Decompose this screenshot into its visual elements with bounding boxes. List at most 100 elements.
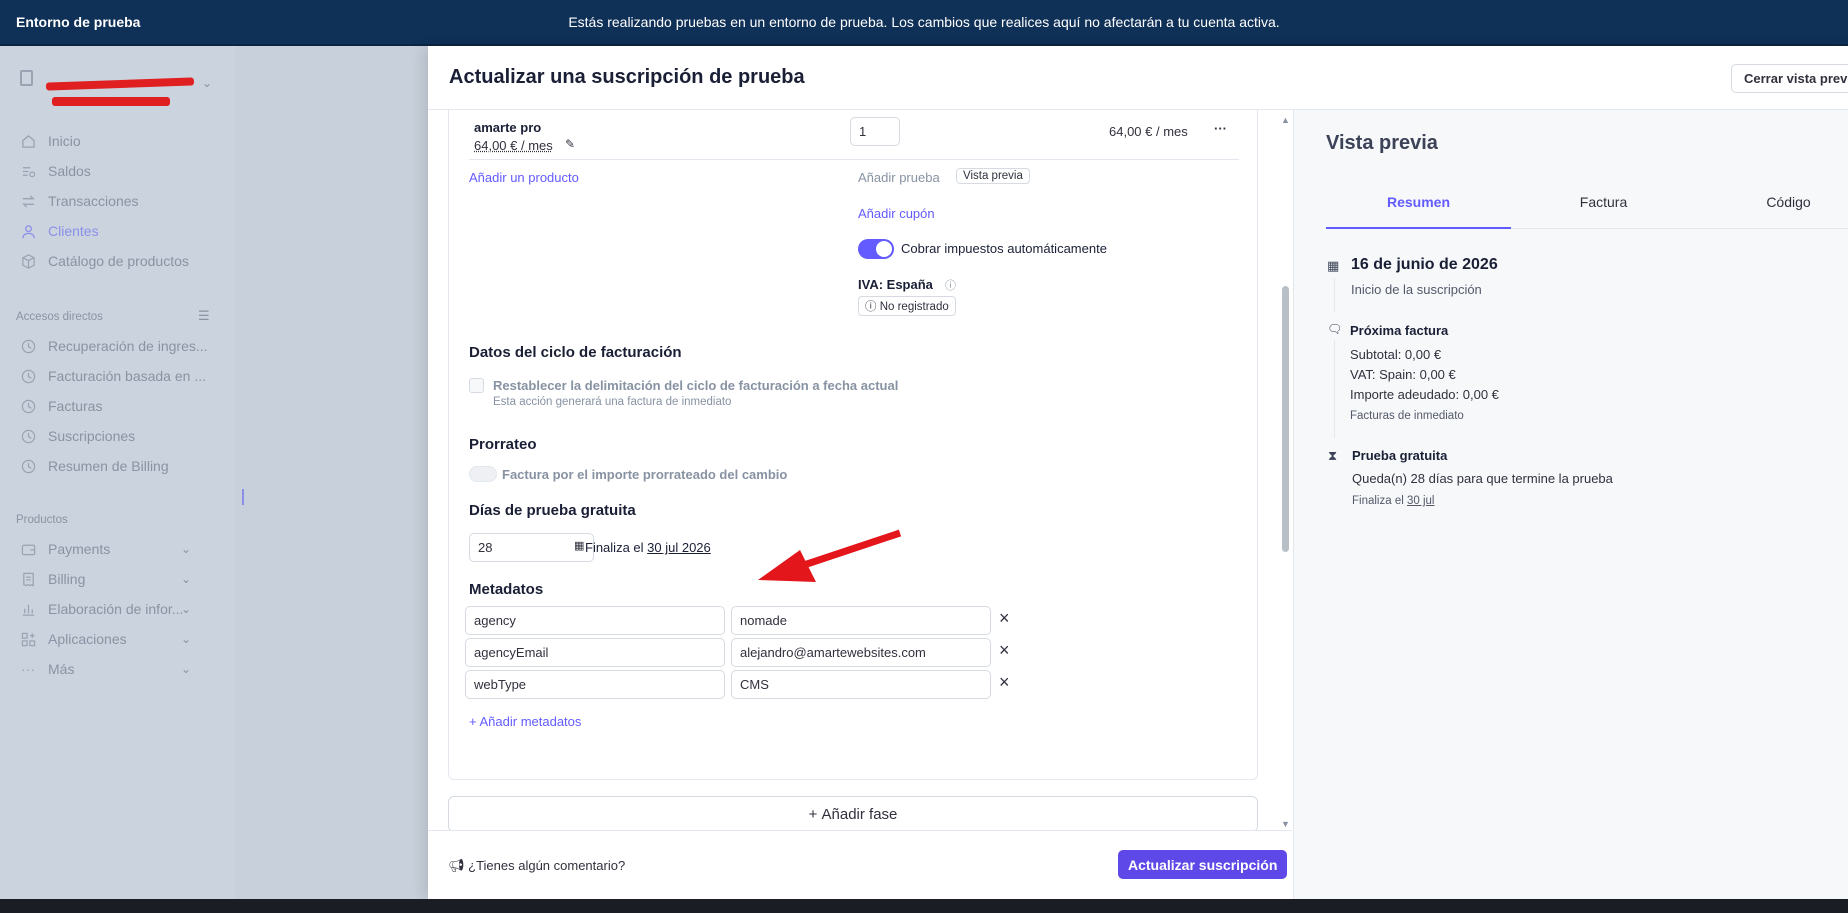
panel-header: Actualizar una suscripción de prueba Cer… [428, 46, 1848, 110]
quantity-input[interactable]: 1 [850, 117, 900, 146]
reset-billing-cycle-label: Restablecer la delimitación del ciclo de… [493, 378, 899, 393]
sidebar-item-transacciones[interactable]: Transacciones [20, 190, 139, 212]
vat-amount: VAT: Spain: 0,00 € [1350, 367, 1456, 382]
annotation-arrow [758, 529, 902, 582]
metadata-value-input[interactable]: CMS [731, 670, 991, 699]
sidebar-item-apps[interactable]: Aplicaciones ⌄ [20, 628, 215, 650]
auto-tax-toggle[interactable] [858, 239, 894, 259]
scroll-down-icon[interactable]: ▼ [1281, 819, 1290, 829]
product-price-link[interactable]: 64,00 € / mes [474, 138, 553, 153]
shortcut-item[interactable]: Facturación basada en ... [20, 365, 206, 387]
feedback-link[interactable]: 📢︎ ¿Tienes algún comentario? [448, 858, 625, 874]
chevron-down-icon: ⌄ [180, 662, 191, 676]
sidebar-item-catalogo[interactable]: Catálogo de productos [20, 250, 189, 272]
start-date-label: Inicio de la suscripción [1351, 282, 1482, 297]
plus-icon: + [469, 714, 480, 729]
sidebar-item-label: Payments [48, 541, 111, 557]
sidebar-item-clientes[interactable]: Clientes [20, 220, 99, 242]
sidebar-item-more[interactable]: ··· Más ⌄ [20, 658, 215, 680]
metadata-value-input[interactable]: alejandro@amartewebsites.com [731, 638, 991, 667]
taskbar-strip [0, 899, 1848, 913]
close-preview-button[interactable]: Cerrar vista previ [1731, 64, 1848, 93]
trial-end-date: 30 jul [1406, 495, 1435, 507]
shortcut-item[interactable]: Recuperación de ingres... [20, 335, 208, 357]
metadata-key-input[interactable]: agencyEmail [465, 638, 725, 667]
calendar-icon[interactable]: ▦ [574, 539, 584, 552]
trial-days-input[interactable]: 28 ▦ [469, 533, 594, 562]
trial-ends-prefix: Finaliza el [585, 540, 644, 555]
metadata-value-input[interactable]: nomade [731, 606, 991, 635]
reset-billing-cycle-checkbox[interactable] [469, 378, 484, 393]
subtotal: Subtotal: 0,00 € [1350, 347, 1442, 362]
sidebar-item-billing[interactable]: Billing ⌄ [20, 568, 215, 590]
sidebar-item-label: Inicio [48, 133, 81, 149]
clock-icon [20, 458, 36, 474]
trial-end-text: Finaliza el 30 jul [1352, 495, 1434, 507]
remove-metadata-icon[interactable]: × [999, 640, 1010, 661]
add-phase-label: Añadir fase [821, 805, 898, 823]
add-metadata-link[interactable]: + Añadir metadatos [469, 714, 581, 729]
arrows-icon [20, 193, 36, 209]
shortcut-label: Recuperación de ingres... [48, 338, 208, 354]
active-tab-indicator [1326, 227, 1511, 229]
clock-icon [20, 338, 36, 354]
vat-status-text: No registrado [879, 301, 949, 313]
update-subscription-button[interactable]: Actualizar suscripción [1118, 850, 1288, 879]
shortcuts-heading: Accesos directos [16, 311, 103, 323]
text-cursor [242, 489, 244, 505]
edit-pencil-icon[interactable]: ✎ [565, 137, 575, 151]
sidebar-item-label: Transacciones [48, 193, 139, 209]
preview-badge: Vista previa [956, 168, 1030, 184]
sidebar-item-saldos[interactable]: Saldos [20, 160, 91, 182]
plus-icon: + [808, 805, 822, 823]
tab-factura[interactable]: Factura [1511, 194, 1696, 210]
sidebar-item-label: Billing [48, 571, 86, 587]
shortcut-item[interactable]: Resumen de Billing [20, 455, 169, 477]
metadata-key-input[interactable]: agency [465, 606, 725, 635]
product-total: 64,00 € / mes [1109, 124, 1188, 139]
add-coupon-link[interactable]: Añadir cupón [858, 206, 935, 221]
tab-codigo[interactable]: Código [1696, 194, 1848, 210]
shortcut-item[interactable]: Suscripciones [20, 425, 135, 447]
scroll-up-icon[interactable]: ▲ [1281, 115, 1290, 125]
form-scrollbar[interactable]: ▲ ▼ [1281, 115, 1290, 829]
home-icon [20, 133, 36, 149]
add-product-link[interactable]: Añadir un producto [469, 170, 579, 185]
scrollbar-thumb[interactable] [1282, 286, 1289, 552]
panel-footer: 📢︎ ¿Tienes algún comentario? Actualizar … [428, 830, 1292, 899]
clock-icon [20, 398, 36, 414]
trial-ends-date[interactable]: 30 jul 2026 [647, 540, 711, 555]
remove-metadata-icon[interactable]: × [999, 672, 1010, 693]
chevron-down-icon: ⌄ [202, 76, 213, 90]
start-date: 16 de junio de 2026 [1351, 256, 1498, 273]
account-switcher[interactable]: ⌄ [18, 64, 218, 106]
proration-toggle[interactable] [469, 466, 497, 482]
add-trial-link[interactable]: Añadir prueba [858, 170, 940, 185]
person-icon [20, 223, 36, 239]
redaction-mark [52, 97, 170, 106]
timeline-line [1334, 278, 1335, 312]
metadata-key-input[interactable]: webType [465, 670, 725, 699]
remove-metadata-icon[interactable]: × [999, 608, 1010, 629]
sidebar-item-payments[interactable]: Payments ⌄ [20, 538, 215, 560]
preview-title: Vista previa [1326, 132, 1438, 154]
modal-backdrop [235, 46, 428, 899]
amount-due: Importe adeudado: 0,00 € [1350, 387, 1499, 402]
add-phase-button[interactable]: + Añadir fase [448, 796, 1258, 830]
chevron-down-icon: ⌄ [180, 632, 191, 646]
chevron-down-icon: ⌄ [180, 542, 191, 556]
page-title: Actualizar una suscripción de prueba [449, 66, 805, 88]
trial-end-prefix: Finaliza el [1352, 495, 1404, 507]
list-settings-icon[interactable]: ☰ [198, 308, 210, 324]
sidebar-item-reporting[interactable]: Elaboración de infor... ⌄ [20, 598, 215, 620]
sidebar-item-label: Más [48, 661, 75, 677]
megaphone-icon: 📢︎ [448, 858, 469, 873]
invoice-icon: 🗨︎ [1327, 322, 1343, 336]
shortcut-label: Facturación basada en ... [48, 368, 206, 384]
sidebar-item-inicio[interactable]: Inicio [20, 130, 81, 152]
shortcut-item[interactable]: Facturas [20, 395, 102, 417]
tab-resumen[interactable]: Resumen [1326, 194, 1511, 210]
info-icon[interactable]: ⓘ [945, 277, 956, 293]
trial-days-heading: Días de prueba gratuita [469, 502, 636, 519]
more-options-icon[interactable]: ··· [1214, 121, 1227, 136]
